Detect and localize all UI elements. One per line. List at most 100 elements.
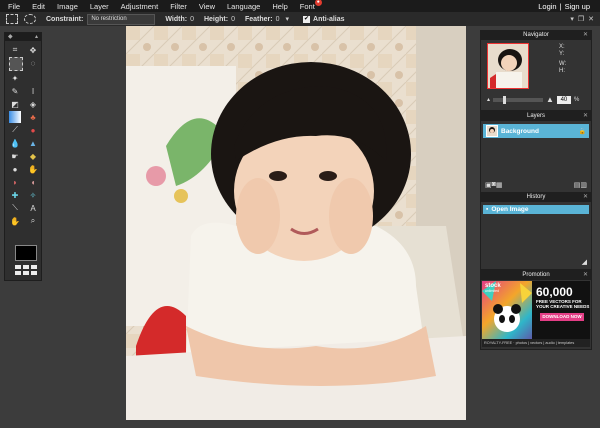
width-input[interactable]: 0 — [190, 16, 194, 23]
chevron-down-icon[interactable]: ▾ — [286, 15, 290, 23]
burn-tool-icon[interactable]: ✋ — [27, 163, 39, 175]
color-replace-icon[interactable]: ⟋ — [9, 124, 21, 136]
menu-edit[interactable]: Edit — [26, 2, 51, 11]
spot-heal-icon[interactable]: ✚ — [9, 189, 21, 201]
sharpen-tool-icon[interactable]: ▲ — [27, 137, 39, 149]
history-title: History — [526, 194, 546, 200]
view-icon[interactable] — [23, 265, 29, 269]
antialias-checkbox[interactable]: ✔ — [303, 15, 311, 23]
navigator-thumbnail[interactable] — [487, 43, 529, 89]
pinch-tool-icon[interactable]: ◖ — [27, 176, 39, 188]
lasso-tool-icon[interactable]: ◌ — [27, 57, 39, 69]
redeye-tool-icon[interactable]: ● — [27, 124, 39, 136]
close-icon[interactable]: ✕ — [583, 112, 588, 121]
view-icon[interactable] — [31, 265, 37, 269]
layer-thumb-image — [487, 126, 497, 136]
promotion-title: Promotion — [522, 272, 550, 278]
pencil-tool-icon[interactable]: ✎ — [9, 85, 21, 97]
close-icon[interactable]: ✕ — [583, 193, 588, 202]
layer-settings-icon[interactable]: ▣ — [485, 181, 492, 189]
menu-layer[interactable]: Layer — [84, 2, 115, 11]
type-tool-icon[interactable]: A — [27, 202, 39, 214]
bucket-tool-icon[interactable]: ◈ — [27, 98, 39, 110]
view-icon[interactable] — [23, 271, 29, 275]
menu-filter[interactable]: Filter — [164, 2, 193, 11]
history-header[interactable]: History ✕ — [481, 193, 591, 202]
zoom-input[interactable]: 40 — [556, 95, 571, 104]
image-canvas[interactable] — [126, 26, 466, 420]
close-icon[interactable]: ✕ — [588, 15, 594, 23]
constraint-label: Constraint: — [46, 15, 84, 23]
login-link[interactable]: Login — [538, 2, 556, 11]
promotion-header[interactable]: Promotion ✕ — [481, 271, 591, 280]
heal-tool-icon[interactable]: ✧ — [27, 189, 39, 201]
menu-help[interactable]: Help — [266, 2, 293, 11]
move-tool-icon[interactable]: ✥ — [27, 44, 39, 56]
blur-tool-icon[interactable]: 💧 — [9, 137, 21, 149]
ad-download-button[interactable]: DOWNLOAD NOW — [540, 313, 584, 321]
hand-tool-icon[interactable]: ✋ — [9, 215, 21, 227]
smudge-tool-icon[interactable]: ☛ — [9, 150, 21, 162]
magic-wand-icon[interactable]: ✦ — [9, 72, 21, 84]
restore-icon[interactable]: ❐ — [578, 15, 584, 23]
feather-input[interactable]: 0 — [276, 16, 280, 23]
navigator-title: Navigator — [523, 32, 549, 38]
x-label: X: — [559, 44, 565, 50]
close-icon[interactable]: ✕ — [583, 271, 588, 280]
menu-language[interactable]: Language — [221, 2, 266, 11]
promotion-panel: Promotion ✕ stock unlimited 60,000 FREE VE… — [480, 270, 592, 350]
height-label: Height: — [203, 15, 229, 23]
zoom-in-icon[interactable]: ▲ — [546, 95, 554, 104]
photo — [126, 26, 466, 420]
drag-handle-icon[interactable]: ◆ — [8, 33, 13, 41]
ad-subline: FREE VECTORS FOR YOUR CREATIVE NEEDS — [536, 299, 590, 309]
bloat-tool-icon[interactable]: ◗ — [9, 176, 21, 188]
marquee-ellipse-icon[interactable] — [24, 14, 36, 24]
view-icon[interactable] — [15, 265, 21, 269]
layer-row[interactable]: Background 🔒 — [483, 124, 589, 138]
resize-grip-icon[interactable]: ◢ — [582, 258, 587, 266]
menu-font[interactable]: Font ● — [294, 0, 322, 11]
lock-icon[interactable]: 🔒 — [579, 128, 586, 135]
menu-image[interactable]: Image — [51, 2, 84, 11]
new-layer-icon[interactable]: ▤ — [574, 181, 581, 189]
marquee-rect-icon[interactable] — [6, 14, 18, 24]
zoom-tool-icon[interactable]: ⌕ — [27, 215, 39, 227]
view-mode-icons[interactable] — [15, 265, 37, 275]
marquee-tool-icon[interactable] — [9, 57, 23, 71]
promotion-ad[interactable]: stock unlimited 60,000 FREE VECTORS FOR Y… — [482, 281, 590, 347]
history-item[interactable]: ▪ Open Image — [483, 205, 589, 214]
layers-title: Layers — [526, 113, 545, 119]
history-panel: History ✕ ▪ Open Image ◢ — [480, 192, 592, 270]
color-swatch[interactable] — [15, 245, 37, 261]
picker-tool-icon[interactable]: ⟍ — [9, 202, 21, 214]
close-icon[interactable]: ✕ — [583, 31, 588, 40]
eraser-tool-icon[interactable]: ◩ — [9, 98, 21, 110]
view-icon[interactable] — [31, 271, 37, 275]
brush-tool-icon[interactable]: ǀ — [27, 85, 39, 97]
layers-header[interactable]: Layers ✕ — [481, 112, 591, 121]
height-input[interactable]: 0 — [231, 16, 235, 23]
crop-tool-icon[interactable]: ⌗ — [9, 44, 21, 56]
zoom-slider-knob[interactable] — [503, 95, 507, 104]
collapse-icon[interactable]: ▴ — [35, 33, 38, 41]
navigator-header[interactable]: Navigator ✕ — [481, 31, 591, 40]
view-icon[interactable] — [15, 271, 21, 275]
signup-link[interactable]: Sign up — [565, 2, 590, 11]
menu-adjustment[interactable]: Adjustment — [115, 2, 165, 11]
menu-file[interactable]: File — [0, 2, 26, 11]
trash-icon[interactable]: ▥ — [580, 181, 587, 189]
stamp-tool-icon[interactable]: ♣ — [27, 111, 39, 123]
dodge-tool-icon[interactable]: ● — [9, 163, 21, 175]
minimize-icon[interactable]: ▾ — [570, 15, 574, 23]
gradient-tool-icon[interactable] — [9, 111, 21, 123]
menu-view[interactable]: View — [193, 2, 221, 11]
zoom-slider[interactable] — [493, 95, 544, 104]
zoom-out-icon[interactable]: ▴ — [487, 96, 490, 103]
layer-group-icon[interactable]: ▦ — [496, 181, 503, 189]
sponge-tool-icon[interactable]: ◆ — [27, 150, 39, 162]
constraint-select[interactable]: No restriction — [87, 13, 156, 25]
toolbox-header[interactable]: ◆ ▴ — [5, 33, 41, 41]
